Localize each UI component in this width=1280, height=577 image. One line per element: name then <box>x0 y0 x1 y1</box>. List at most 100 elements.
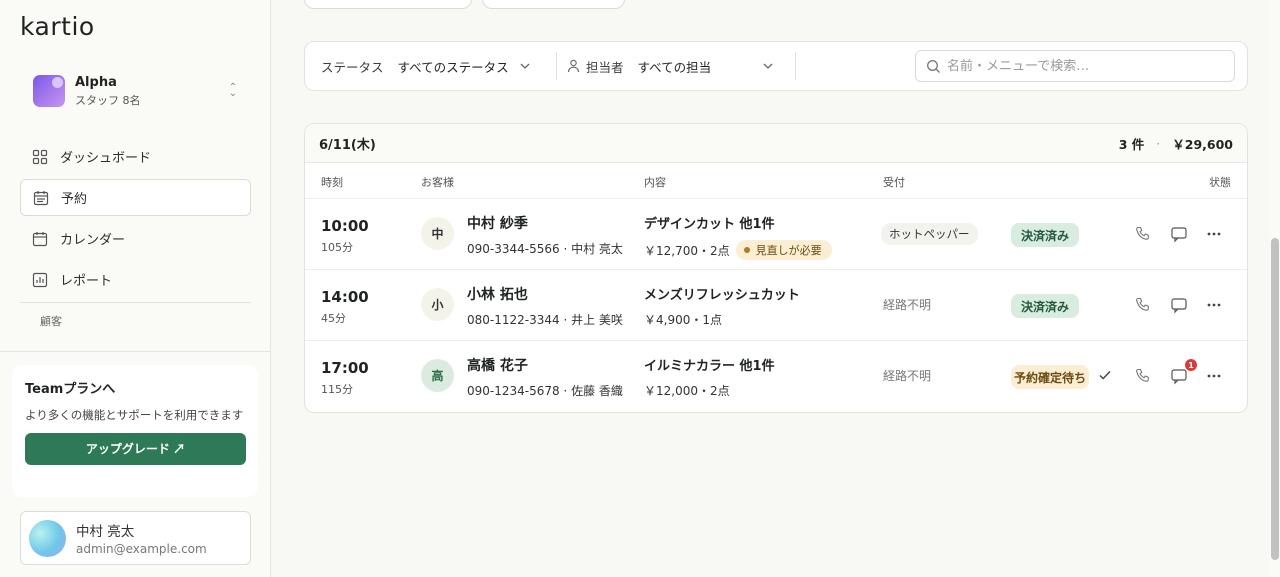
day-total: ￥29,600 <box>1172 136 1233 152</box>
search-icon <box>927 59 940 73</box>
column-header-source: 受付 <box>883 176 905 189</box>
service-name: メンズリフレッシュカット <box>644 288 800 303</box>
chart-icon <box>32 272 48 287</box>
person-icon <box>567 59 580 73</box>
reservation-time: 14:00 <box>321 288 369 306</box>
reservation-duration: 115分 <box>321 383 353 396</box>
status-badge[interactable]: 決済済み <box>1011 294 1080 318</box>
avatar: 小 <box>421 288 454 321</box>
grid-icon <box>32 149 48 164</box>
avatar: 中 <box>421 217 454 250</box>
avatar <box>29 519 66 557</box>
scrollbar-thumb[interactable] <box>1271 238 1279 560</box>
reservation-time: 10:00 <box>321 217 369 235</box>
sidebar-item-reservations[interactable]: 予約 <box>20 179 251 216</box>
unread-badge: 1 <box>1185 359 1197 371</box>
sidebar-item-reports[interactable]: レポート <box>20 261 251 298</box>
workspace-staff-count: スタッフ 8名 <box>75 93 141 107</box>
sidebar-item-dashboard[interactable]: ダッシュボード <box>20 138 251 175</box>
sidebar: kartio Alpha スタッフ 8名 ⌃ ⌄ ダッシュボード 予約 カレンダー… <box>0 0 271 577</box>
search-box[interactable] <box>915 50 1235 82</box>
customer-name[interactable]: 小林 拓也 <box>467 284 528 304</box>
nav-divider <box>20 302 251 303</box>
table-row[interactable]: 10:00 105分 中 中村 紗季 090-3344-5566 · 中村 亮太… <box>305 199 1247 270</box>
user-name: 中村 亮太 <box>76 524 135 540</box>
upgrade-title: Teamプランへ <box>25 382 116 397</box>
calendar-icon <box>33 190 49 205</box>
status-badge[interactable]: 予約確定待ち <box>1011 365 1090 389</box>
calendar-icon <box>32 231 48 246</box>
workspace-name: Alpha <box>75 74 117 90</box>
status-badge[interactable]: 決済済み <box>1011 223 1080 247</box>
more-icon[interactable] <box>1205 225 1223 243</box>
chevron-up-down-icon: ⌃ ⌄ <box>228 82 238 99</box>
status-filter[interactable]: ステータス すべてのステータス <box>305 42 556 90</box>
upgrade-description: より多くの機能とサポートを利用できます <box>25 408 244 422</box>
column-header-content: 内容 <box>644 176 666 189</box>
reservation-time: 17:00 <box>321 359 369 377</box>
sidebar-item-label: カレンダー <box>60 233 126 248</box>
main-content: ステータス すべてのステータス 担当者 すべての担当 6/11(木) 3 件 ·… <box>271 0 1280 577</box>
status-filter-label: ステータス <box>321 59 384 75</box>
customer-name[interactable]: 高橋 花子 <box>467 355 528 375</box>
reservation-day-card: 6/11(木) 3 件 · ￥29,600 時刻 お客様 内容 受付 状態 10… <box>304 123 1248 413</box>
sidebar-nav: ダッシュボード 予約 カレンダー レポート 顧客 <box>20 138 251 329</box>
chevron-down-icon <box>763 63 772 69</box>
customer-phone-staff: 080-1122-3344 · 井上 美咲 <box>467 313 623 327</box>
sidebar-item-label: 予約 <box>61 192 88 207</box>
more-icon[interactable] <box>1205 296 1223 314</box>
chevron-down-icon <box>520 63 530 69</box>
service-name: イルミナカラー 他1件 <box>644 359 775 374</box>
upgrade-button[interactable]: アップグレード ↗ <box>25 432 246 465</box>
workspace-switcher[interactable]: Alpha スタッフ 8名 ⌃ ⌄ <box>20 66 251 116</box>
separator-dot: · <box>1156 135 1161 151</box>
upgrade-card: Teamプランへ より多くの機能とサポートを利用できます アップグレード ↗ <box>12 365 258 497</box>
day-header: 6/11(木) 3 件 · ￥29,600 <box>305 124 1247 163</box>
staff-filter-value: すべての担当 <box>637 59 712 75</box>
staff-filter-label: 担当者 <box>586 59 624 75</box>
message-icon[interactable] <box>1170 296 1188 314</box>
message-icon[interactable] <box>1170 225 1188 243</box>
reservation-duration: 105分 <box>321 241 353 254</box>
table-row[interactable]: 17:00 115分 高 高橋 花子 090-1234-5678 · 佐藤 香織… <box>305 341 1247 412</box>
phone-icon[interactable] <box>1134 225 1152 243</box>
customer-phone-staff: 090-1234-5678 · 佐藤 香織 <box>467 384 623 398</box>
day-count: 3 件 <box>1118 136 1145 152</box>
sidebar-item-calendar[interactable]: カレンダー <box>20 220 251 257</box>
top-control-right[interactable] <box>482 0 625 9</box>
table-header: 時刻 お客様 内容 受付 状態 <box>305 163 1247 199</box>
column-header-customer: お客様 <box>421 176 454 189</box>
search-input[interactable] <box>947 58 1227 74</box>
staff-filter[interactable]: 担当者 すべての担当 <box>557 42 795 90</box>
source-badge: ホットペッパー <box>881 223 978 245</box>
user-menu[interactable]: 中村 亮太 admin@example.com <box>20 511 251 565</box>
reservation-duration: 45分 <box>321 312 346 325</box>
phone-icon[interactable] <box>1134 367 1152 385</box>
confirm-check-icon[interactable] <box>1097 367 1113 383</box>
column-header-time: 時刻 <box>321 176 343 189</box>
service-price: ￥12,000・2点 <box>644 384 730 398</box>
avatar: 高 <box>421 359 454 392</box>
top-control-left[interactable] <box>304 0 472 9</box>
customer-name[interactable]: 中村 紗季 <box>467 213 528 233</box>
warning-badge: 見直しが必要 <box>735 240 832 260</box>
service-name: デザインカット 他1件 <box>644 217 775 232</box>
more-icon[interactable] <box>1205 367 1223 385</box>
message-icon[interactable] <box>1170 367 1188 385</box>
sidebar-divider <box>0 351 271 352</box>
sidebar-item-label: レポート <box>60 274 113 289</box>
customer-phone-staff: 090-3344-5566 · 中村 亮太 <box>467 242 623 256</box>
column-header-status: 状態 <box>1209 176 1231 189</box>
filter-divider <box>795 52 796 80</box>
phone-icon[interactable] <box>1134 296 1152 314</box>
app-logo[interactable]: kartio <box>20 12 95 41</box>
filter-bar: ステータス すべてのステータス 担当者 すべての担当 <box>304 41 1248 91</box>
sidebar-item-label: ダッシュボード <box>60 151 152 166</box>
source-text: 経路不明 <box>883 298 932 312</box>
nav-section-customers[interactable]: 顧客 <box>20 313 251 329</box>
service-price: ￥12,700・2点 <box>644 243 730 258</box>
scrollbar[interactable] <box>1270 0 1280 577</box>
user-email: admin@example.com <box>76 542 207 556</box>
workspace-avatar <box>33 75 65 107</box>
table-row[interactable]: 14:00 45分 小 小林 拓也 080-1122-3344 · 井上 美咲 … <box>305 270 1247 341</box>
